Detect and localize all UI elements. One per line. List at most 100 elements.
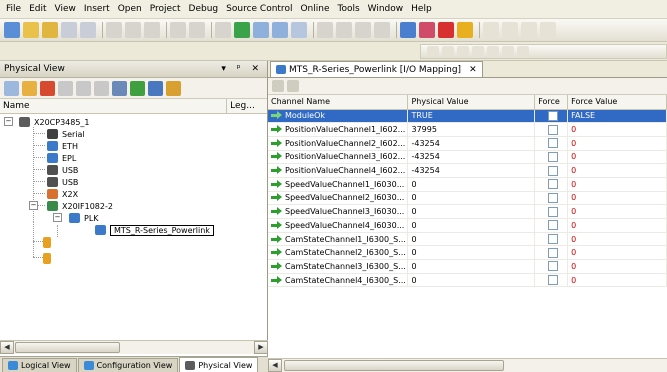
force-value-cell[interactable]: 0 (567, 218, 667, 233)
menu-debug[interactable]: Debug (189, 4, 219, 14)
force-value-cell[interactable]: 0 (567, 136, 667, 151)
copy-config-icon[interactable] (76, 80, 91, 96)
copy-icon[interactable] (125, 22, 141, 38)
gear-icon[interactable] (148, 80, 163, 96)
tab-physical-view[interactable]: Physical View (179, 357, 259, 372)
force-value-cell[interactable]: 0 (567, 259, 667, 274)
force-checkbox[interactable] (547, 192, 558, 203)
force-value-cell[interactable]: 0 (567, 122, 667, 137)
table-row[interactable]: SpeedValueChannel1_I6030... 0 0 (268, 177, 667, 192)
table-row-selected[interactable]: ModuleOk TRUE FALSE (268, 109, 667, 124)
column-force-value[interactable]: Force Value (567, 95, 667, 110)
tree-node-eth[interactable]: ETH (47, 140, 78, 152)
tree-node-interface-module[interactable]: X20IF1082-2 (47, 200, 113, 212)
cut-icon[interactable] (106, 22, 122, 38)
tree-node-serial[interactable]: Serial (47, 128, 85, 140)
tree-node-cpu[interactable]: X20CP3485_1 (19, 116, 90, 128)
diamond-icon[interactable] (130, 80, 145, 96)
table-row[interactable]: CamStateChannel4_I6300_S... 0 0 (268, 273, 667, 288)
open-folder-icon[interactable] (23, 22, 39, 38)
step-into-icon[interactable] (517, 45, 529, 58)
build-icon[interactable] (253, 22, 269, 38)
force-checkbox[interactable] (547, 179, 558, 190)
column-physical-value[interactable]: Physical Value (407, 95, 536, 110)
menu-window[interactable]: Window (368, 4, 404, 14)
debug-window-icon[interactable] (483, 22, 499, 38)
delete-icon[interactable] (215, 22, 231, 38)
online-settings-icon[interactable] (419, 22, 435, 38)
force-checkbox[interactable] (547, 151, 558, 162)
scroll-left-icon[interactable]: ◀ (268, 359, 282, 372)
run-icon[interactable] (472, 45, 484, 58)
scrollbar-thumb[interactable] (15, 342, 120, 353)
force-value-cell[interactable]: 0 (567, 273, 667, 288)
force-checkbox[interactable] (547, 110, 558, 121)
network-icon[interactable] (58, 80, 73, 96)
table-row[interactable]: CamStateChannel1_I6300_S... 0 0 (268, 232, 667, 247)
stop-icon[interactable] (487, 45, 499, 58)
table-row[interactable]: SpeedValueChannel4_I6030... 0 0 (268, 218, 667, 233)
redo-icon[interactable] (189, 22, 205, 38)
menu-edit[interactable]: Edit (29, 4, 46, 14)
scroll-left-icon[interactable]: ◀ (0, 341, 14, 354)
table-row[interactable]: PositionValueChannel2_I602... -43254 0 (268, 136, 667, 151)
collapse-if-toggle[interactable]: − (29, 201, 38, 210)
collapse-plk-toggle[interactable]: − (53, 213, 62, 222)
tree-node-usb-2[interactable]: USB (47, 176, 78, 188)
close-x-icon[interactable] (374, 22, 390, 38)
save-all-icon[interactable] (80, 22, 96, 38)
table-row[interactable]: SpeedValueChannel2_I6030... 0 0 (268, 191, 667, 206)
menu-project[interactable]: Project (150, 4, 181, 14)
compare-icon[interactable] (336, 22, 352, 38)
table-row[interactable]: CamStateChannel3_I6300_S... 0 0 (268, 259, 667, 274)
collapse-root-toggle[interactable]: − (4, 117, 13, 126)
force-checkbox[interactable] (547, 124, 558, 135)
column-legend[interactable]: Leg... (227, 99, 267, 113)
breakpoint-icon[interactable] (442, 45, 454, 58)
step-icon[interactable] (427, 45, 439, 58)
module-icon[interactable] (40, 80, 55, 96)
force-checkbox[interactable] (547, 165, 558, 176)
force-checkbox[interactable] (547, 138, 558, 149)
column-name[interactable]: Name (0, 99, 228, 113)
force-checkbox[interactable] (547, 206, 558, 217)
close-icon[interactable]: ✕ (469, 65, 477, 75)
tree-node-connector-2[interactable] (43, 252, 55, 264)
rebuild-icon[interactable] (272, 22, 288, 38)
tab-io-mapping[interactable]: MTS_R-Series_Powerlink [I/O Mapping] ✕ (270, 61, 483, 77)
menu-file[interactable]: File (6, 4, 21, 14)
force-checkbox[interactable] (547, 275, 558, 286)
menu-view[interactable]: View (55, 4, 76, 14)
menu-open[interactable]: Open (118, 4, 142, 14)
edit-icon[interactable] (272, 80, 284, 92)
find-icon[interactable] (355, 22, 371, 38)
force-value-cell[interactable]: 0 (567, 177, 667, 192)
force-checkbox[interactable] (547, 247, 558, 258)
table-row[interactable]: PositionValueChannel3_I602... -43254 0 (268, 150, 667, 165)
tree-node-x2x[interactable]: X2X (47, 188, 78, 200)
force-value-cell[interactable]: 0 (567, 232, 667, 247)
tree-node-connector-1[interactable] (43, 236, 55, 248)
refresh-icon[interactable] (287, 80, 299, 92)
force-checkbox[interactable] (547, 261, 558, 272)
tab-logical-view[interactable]: Logical View (2, 358, 77, 372)
debug-window3-icon[interactable] (521, 22, 537, 38)
tree-node-usb-1[interactable]: USB (47, 164, 78, 176)
warning-icon[interactable] (457, 22, 473, 38)
force-value-cell[interactable]: 0 (567, 191, 667, 206)
column-force[interactable]: Force (534, 95, 569, 110)
pane-controls[interactable]: ▾ ᵖ ✕ (221, 64, 263, 74)
add-hardware-icon[interactable] (22, 80, 37, 96)
menu-online[interactable]: Online (300, 4, 329, 14)
table-row[interactable]: CamStateChannel2_I6300_S... 0 0 (268, 245, 667, 261)
transfer-icon[interactable] (234, 22, 250, 38)
right-horizontal-scrollbar[interactable]: ◀ (268, 358, 667, 372)
properties-icon[interactable] (291, 22, 307, 38)
debug-window2-icon[interactable] (502, 22, 518, 38)
step-over-icon[interactable] (502, 45, 514, 58)
wrench-icon[interactable] (112, 80, 127, 96)
tree-node-mts-device[interactable]: MTS_R-Series_Powerlink (95, 224, 214, 236)
force-value-cell[interactable]: FALSE (567, 109, 667, 124)
new-project-icon[interactable] (4, 22, 20, 38)
table-row[interactable]: SpeedValueChannel3_I6030... 0 0 (268, 204, 667, 219)
